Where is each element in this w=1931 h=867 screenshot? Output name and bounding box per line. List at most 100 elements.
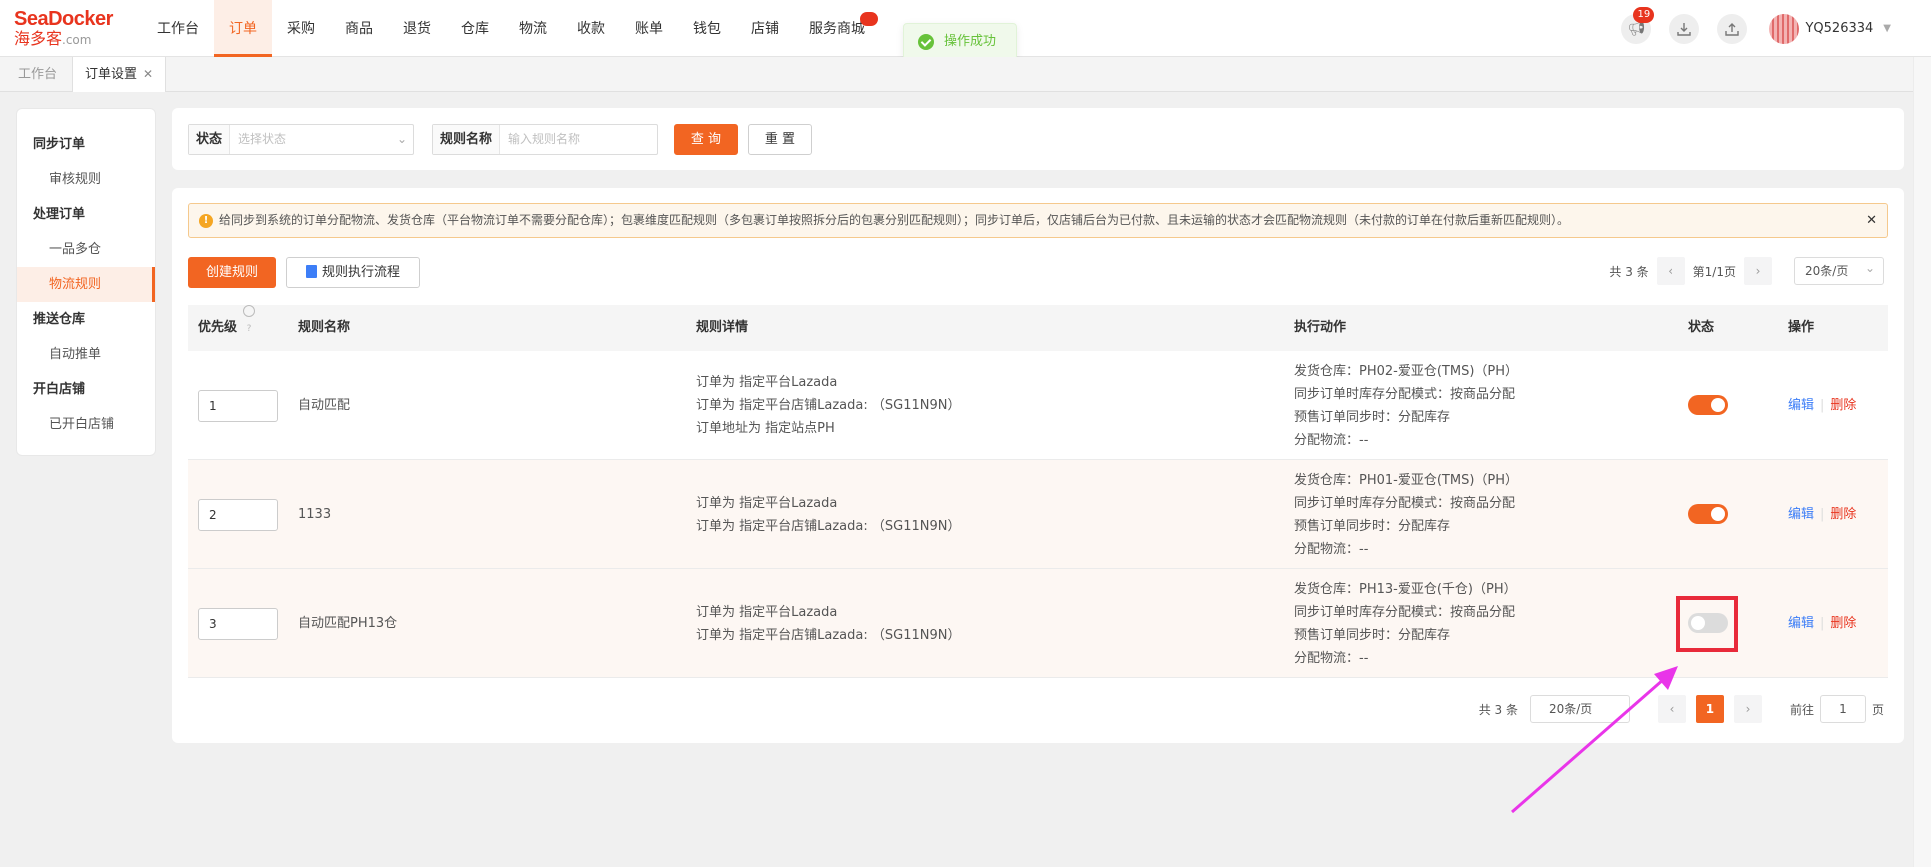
row-ops: 编辑 | 删除 xyxy=(1788,616,1857,631)
export-button[interactable] xyxy=(1717,13,1748,44)
create-rule-button[interactable]: 创建规则 xyxy=(188,257,276,288)
total-count: 共 3 条 xyxy=(1609,264,1649,279)
logo-cn: 海多客 xyxy=(14,29,63,48)
close-icon[interactable]: ✕ xyxy=(1866,204,1877,237)
page-scrollbar[interactable] xyxy=(1913,57,1931,867)
table-row: 1 自动匹配 订单为 指定平台Lazada 订单为 指定平台店铺Lazada: … xyxy=(188,351,1888,460)
chevron-left-icon[interactable]: ‹ xyxy=(1656,257,1685,285)
reset-button[interactable]: 重 置 xyxy=(748,124,812,155)
nav-item-service-mall[interactable]: 服务商城 xyxy=(794,0,880,57)
nav-item-purchase[interactable]: 采购 xyxy=(272,0,330,57)
status-toggle[interactable] xyxy=(1688,395,1728,415)
question-icon[interactable]: ? xyxy=(243,305,256,334)
nav-item-stores[interactable]: 店铺 xyxy=(736,0,794,57)
page-number[interactable]: 1 xyxy=(1695,695,1724,723)
action-line: 分配物流：-- xyxy=(1294,541,1369,557)
toast-message: 操作成功 xyxy=(944,34,997,49)
tab-order-settings[interactable]: 订单设置 ✕ xyxy=(72,57,167,92)
header-actions: 📢︎ 19 YQ526334 ▼ xyxy=(1603,0,1891,57)
rule-name-label: 规则名称 xyxy=(433,125,501,154)
nav-item-wallet[interactable]: 钱包 xyxy=(678,0,736,57)
page-indicator: 第1/1页 xyxy=(1692,264,1736,279)
page-size-select[interactable]: 20条/页 xyxy=(1794,255,1884,285)
avatar[interactable] xyxy=(1769,13,1800,44)
sidebar-item-auto-push[interactable]: 自动推单 xyxy=(17,337,155,372)
nav-item-returns[interactable]: 退货 xyxy=(388,0,446,57)
nav-item-products[interactable]: 商品 xyxy=(330,0,388,57)
action-line: 预售订单同步时：分配库存 xyxy=(1294,627,1451,643)
seadocker-logo[interactable]: SeaDocker 海多客.com xyxy=(14,8,124,50)
action-line: 同步订单时库存分配模式：按商品分配 xyxy=(1294,386,1516,402)
announcement-button[interactable]: 📢︎ 19 xyxy=(1621,6,1655,44)
edit-link[interactable]: 编辑 xyxy=(1788,507,1814,522)
nav-item-workbench[interactable]: 工作台 xyxy=(142,0,214,57)
action-line: 发货仓库：PH13-爱亚仓(千仓)（PH） xyxy=(1294,581,1517,597)
action-line: 分配物流：-- xyxy=(1294,432,1369,448)
action-line: 分配物流：-- xyxy=(1294,650,1369,666)
rule-name-placeholder: 输入规则名称 xyxy=(508,132,581,146)
chevron-down-icon: ⌄ xyxy=(396,132,408,146)
delete-link[interactable]: 删除 xyxy=(1830,507,1856,522)
sidebar-item-logistics-rules[interactable]: 物流规则 xyxy=(17,267,155,302)
sidebar-item-multi-warehouse[interactable]: 一品多仓 xyxy=(17,232,155,267)
sidebar-item-review-rules[interactable]: 审核规则 xyxy=(17,162,155,197)
priority-input[interactable]: 2 xyxy=(198,499,278,531)
status-placeholder: 选择状态 xyxy=(238,132,287,146)
edit-link[interactable]: 编辑 xyxy=(1788,616,1814,631)
nav-item-bills[interactable]: 账单 xyxy=(620,0,678,57)
nav-item-orders[interactable]: 订单 xyxy=(214,0,272,57)
action-line: 同步订单时库存分配模式：按商品分配 xyxy=(1294,495,1516,511)
download-button[interactable] xyxy=(1669,13,1700,44)
sidebar-item-whitelisted-stores[interactable]: 已开白店铺 xyxy=(17,407,155,442)
chevron-right-icon[interactable]: › xyxy=(1733,695,1762,723)
col-ops: 操作 xyxy=(1788,320,1815,335)
priority-input[interactable]: 1 xyxy=(198,390,278,422)
success-toast: 操作成功 xyxy=(903,23,1017,60)
download-icon xyxy=(1677,22,1692,36)
status-toggle[interactable] xyxy=(1688,613,1728,633)
close-icon[interactable]: ✕ xyxy=(143,67,153,81)
rule-flow-button[interactable]: 规则执行流程 xyxy=(286,257,420,288)
rules-table: 优先级? 规则名称 规则详情 执行动作 状态 操作 1 自动匹配 订单为 指定平… xyxy=(188,305,1888,678)
status-select[interactable]: 状态 选择状态 ⌄ xyxy=(188,124,414,155)
sidebar-group-whitelist-stores: 开白店铺 xyxy=(33,382,86,397)
row-ops: 编辑 | 删除 xyxy=(1788,398,1857,413)
edit-link[interactable]: 编辑 xyxy=(1788,398,1814,413)
query-button[interactable]: 查 询 xyxy=(674,124,738,155)
detail-line: 订单为 指定平台Lazada xyxy=(696,495,838,511)
chevron-right-icon[interactable]: › xyxy=(1744,257,1772,285)
col-rule-name: 规则名称 xyxy=(298,320,351,335)
status-toggle[interactable] xyxy=(1688,504,1728,524)
username[interactable]: YQ526334 xyxy=(1805,21,1873,36)
rule-detail: 订单为 指定平台Lazada 订单为 指定平台店铺Lazada: （SG11N9… xyxy=(696,351,960,460)
detail-line: 订单地址为 指定站点PH xyxy=(696,421,835,436)
settings-sidebar: 同步订单 审核规则 处理订单 一品多仓 物流规则 推送仓库 自动推单 开白店铺 … xyxy=(16,108,156,456)
nav-item-collection[interactable]: 收款 xyxy=(562,0,620,57)
logo-brand: SeaDocker xyxy=(14,8,113,30)
rule-name: 1133 xyxy=(298,507,332,522)
tab-workbench[interactable]: 工作台 xyxy=(6,57,69,92)
col-priority: 优先级? xyxy=(198,305,256,351)
check-circle-icon xyxy=(918,34,934,50)
nav-item-warehouse[interactable]: 仓库 xyxy=(446,0,504,57)
action-line: 同步订单时库存分配模式：按商品分配 xyxy=(1294,604,1516,620)
page-tabs: 工作台 订单设置 ✕ xyxy=(0,57,1931,92)
chevron-down-icon[interactable]: ▼ xyxy=(1883,23,1891,34)
logo-suffix: .com xyxy=(62,33,92,47)
rule-name: 自动匹配PH13仓 xyxy=(298,616,398,631)
table-row: 2 1133 订单为 指定平台Lazada 订单为 指定平台店铺Lazada: … xyxy=(188,460,1888,569)
priority-input[interactable]: 3 xyxy=(198,608,278,640)
rule-detail: 订单为 指定平台Lazada 订单为 指定平台店铺Lazada: （SG11N9… xyxy=(696,569,960,678)
nav-item-logistics[interactable]: 物流 xyxy=(504,0,562,57)
goto-page-input[interactable]: 1 xyxy=(1819,695,1866,723)
megaphone-icon: 📢︎ xyxy=(1627,20,1646,37)
delete-link[interactable]: 删除 xyxy=(1830,398,1856,413)
rule-action: 发货仓库：PH13-爱亚仓(千仓)（PH） 同步订单时库存分配模式：按商品分配 … xyxy=(1294,569,1517,678)
sidebar-group-push-warehouse: 推送仓库 xyxy=(33,312,86,327)
rule-detail: 订单为 指定平台Lazada 订单为 指定平台店铺Lazada: （SG11N9… xyxy=(696,460,960,569)
detail-line: 订单为 指定平台Lazada xyxy=(696,604,838,620)
delete-link[interactable]: 删除 xyxy=(1830,616,1856,631)
rule-name: 自动匹配 xyxy=(298,398,351,413)
warning-icon: ! xyxy=(199,214,213,228)
rule-name-input[interactable]: 规则名称 输入规则名称 xyxy=(432,124,658,155)
